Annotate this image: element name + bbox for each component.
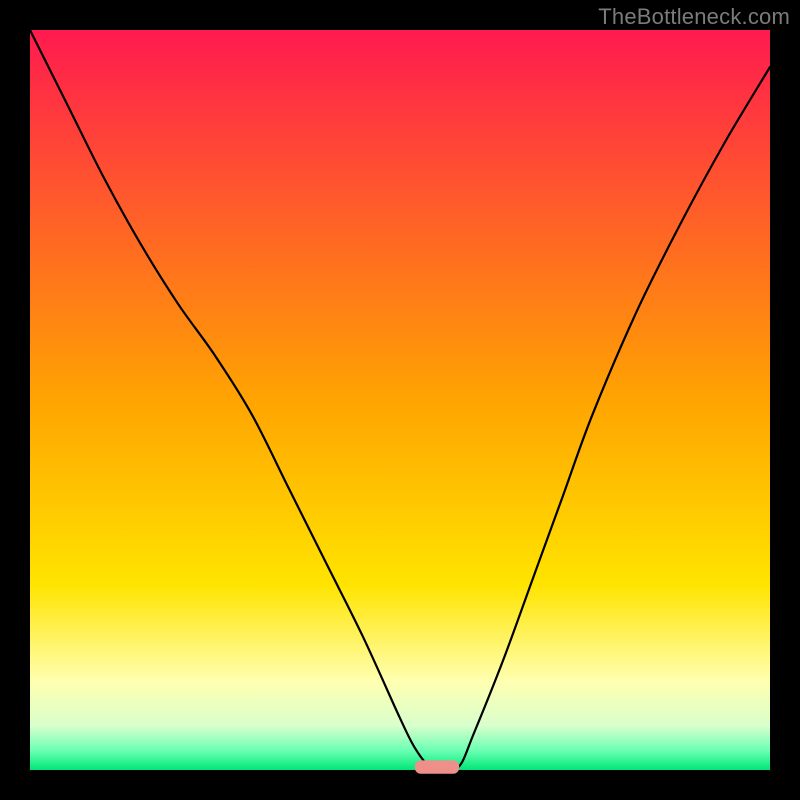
plot-background: [30, 30, 770, 770]
optimum-marker: [415, 760, 459, 773]
chart-frame: TheBottleneck.com: [0, 0, 800, 800]
watermark-text: TheBottleneck.com: [598, 4, 790, 30]
bottleneck-chart: [0, 0, 800, 800]
